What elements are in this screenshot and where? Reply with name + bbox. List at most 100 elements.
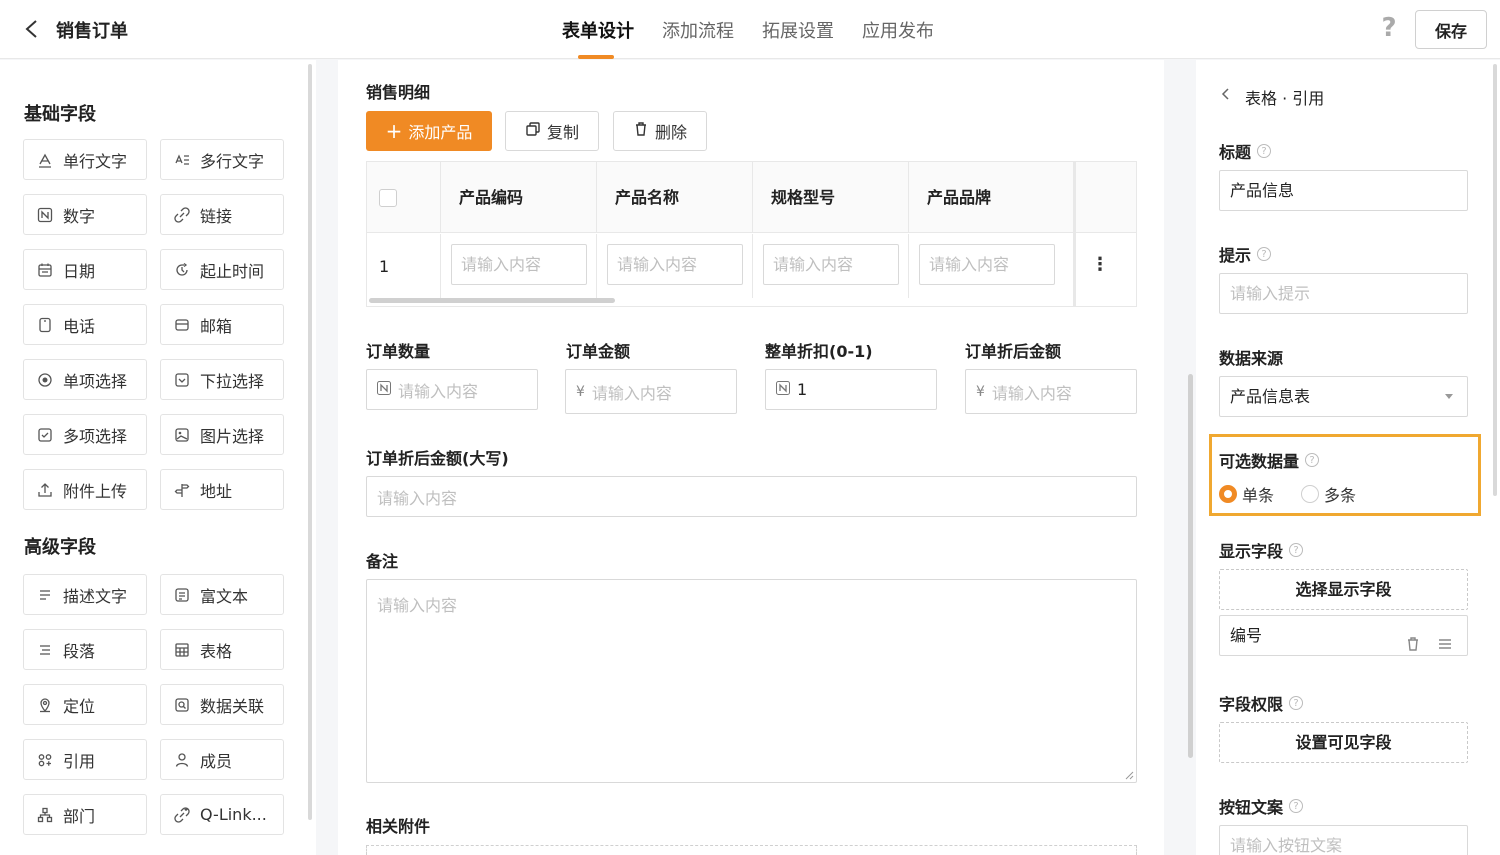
help-circle-icon[interactable]: ? (1289, 696, 1304, 710)
add-product-button[interactable]: + 添加产品 (366, 111, 492, 151)
palette-item-paragraph[interactable]: 段落 (23, 629, 147, 670)
palette-item-text-multi[interactable]: 多行文字 (160, 139, 284, 180)
palette-item-table[interactable]: 表格 (160, 629, 284, 670)
palette-item-label: 段落 (63, 641, 96, 661)
display-label-text: 显示字段 (1219, 542, 1284, 561)
palette-item-link[interactable]: 链接 (160, 194, 284, 235)
help-circle-icon[interactable]: ? (1305, 453, 1320, 467)
title-input[interactable]: 产品信息 (1219, 170, 1468, 211)
tab-app-publish[interactable]: 应用发布 (862, 17, 934, 43)
save-button[interactable]: 保存 (1415, 10, 1487, 49)
radio-multiple[interactable]: 多条 (1301, 482, 1356, 506)
palette-item-data-link[interactable]: 数据关联 (160, 684, 284, 725)
palette-item-label: 成员 (200, 751, 233, 771)
display-field-item: 编号 (1219, 615, 1468, 656)
department-icon (37, 807, 53, 823)
caret-down-icon (1445, 394, 1453, 399)
palette-item-member[interactable]: 成员 (160, 739, 284, 780)
palette-item-location[interactable]: 定位 (23, 684, 147, 725)
palette-item-calendar[interactable]: 日期 (23, 249, 147, 290)
drag-handle-icon[interactable] (1437, 627, 1453, 666)
palette-item-rich-text[interactable]: 富文本 (160, 574, 284, 615)
phone-icon (37, 317, 53, 333)
select-all-checkbox[interactable] (379, 189, 397, 207)
palette-item-number[interactable]: 数字 (23, 194, 147, 235)
order-amount-input[interactable]: ¥ 请输入内容 (565, 369, 737, 414)
palette-item-label: 表格 (200, 641, 233, 661)
palette-item-image[interactable]: 图片选择 (160, 414, 284, 455)
button-text-input[interactable]: 请输入按钮文案 (1219, 825, 1468, 855)
permission-label-text: 字段权限 (1219, 695, 1284, 714)
trash-icon[interactable] (1405, 627, 1421, 666)
upload-icon (37, 482, 53, 498)
data-source-select[interactable]: 产品信息表 (1219, 376, 1468, 417)
hint-input[interactable]: 请输入提示 (1219, 273, 1468, 314)
tab-add-flow[interactable]: 添加流程 (662, 17, 734, 43)
resize-handle-icon[interactable] (1124, 770, 1134, 780)
palette-item-label: Q-Link... (200, 805, 267, 824)
tab-extension-settings[interactable]: 拓展设置 (762, 17, 834, 43)
delete-button[interactable]: 删除 (613, 111, 707, 151)
plus-icon: + (385, 119, 403, 143)
palette-item-checkbox[interactable]: 多项选择 (23, 414, 147, 455)
remark-placeholder: 请输入内容 (377, 596, 458, 615)
address-icon (174, 482, 190, 498)
order-qty-input[interactable]: 请输入内容 (366, 369, 538, 410)
palette-item-qlink[interactable]: Q-Link... (160, 794, 284, 835)
cell-input[interactable]: 请输入内容 (607, 244, 743, 285)
palette-item-time-range[interactable]: 起止时间 (160, 249, 284, 290)
palette-item-department[interactable]: 部门 (23, 794, 147, 835)
palette-item-mail[interactable]: 邮箱 (160, 304, 284, 345)
palette-item-label: 数字 (63, 206, 96, 226)
palette-item-label: 定位 (63, 696, 96, 716)
palette-item-label: 电话 (63, 316, 96, 336)
help-circle-icon[interactable]: ? (1257, 144, 1272, 158)
attachment-dropzone[interactable] (366, 845, 1137, 855)
discounted-amount-label: 订单折后金额 (965, 342, 1062, 361)
more-vertical-icon[interactable]: ⋮ (1091, 252, 1109, 278)
chevron-left-icon[interactable] (1220, 86, 1230, 105)
radio-single[interactable]: 单条 (1219, 482, 1274, 506)
title-label: 标题? (1219, 139, 1272, 163)
palette-item-label: 部门 (63, 806, 96, 826)
palette-scrollbar[interactable] (308, 64, 312, 820)
copy-button[interactable]: 复制 (505, 111, 599, 151)
column-header: 规格型号 (753, 162, 909, 233)
cell-input[interactable]: 请输入内容 (919, 244, 1055, 285)
set-visible-fields-button[interactable]: 设置可见字段 (1219, 722, 1468, 763)
quantity-label: 可选数据量? (1219, 448, 1320, 472)
properties-scrollbar[interactable] (1493, 64, 1497, 496)
palette-item-label: 链接 (200, 206, 233, 226)
description-icon (37, 587, 53, 603)
table-scrollbar[interactable] (369, 298, 615, 303)
palette-item-reference[interactable]: 引用 (23, 739, 147, 780)
palette-item-phone[interactable]: 电话 (23, 304, 147, 345)
remark-textarea[interactable]: 请输入内容 (366, 579, 1137, 783)
tab-form-design[interactable]: 表单设计 (562, 17, 634, 59)
column-header: 产品品牌 (909, 162, 1075, 233)
palette-item-radio[interactable]: 单项选择 (23, 359, 147, 400)
palette-item-label: 单行文字 (63, 151, 128, 171)
discounted-amount-input[interactable]: ¥ 请输入内容 (965, 369, 1137, 414)
select-display-fields-button[interactable]: 选择显示字段 (1219, 569, 1468, 610)
uppercase-amount-input[interactable]: 请输入内容 (366, 476, 1137, 517)
palette-item-address[interactable]: 地址 (160, 469, 284, 510)
canvas-scrollbar[interactable] (1188, 374, 1193, 758)
breadcrumb: 表格 · 引用 (1245, 89, 1325, 108)
help-circle-icon[interactable]: ? (1289, 543, 1304, 557)
cell-input[interactable]: 请输入内容 (451, 244, 587, 285)
help-icon[interactable]: ? (1378, 15, 1400, 41)
back-arrow-icon[interactable] (22, 18, 42, 40)
palette-item-text-line[interactable]: 单行文字 (23, 139, 147, 180)
cell-input[interactable]: 请输入内容 (763, 244, 899, 285)
radio-single-label: 单条 (1242, 486, 1275, 505)
palette-item-description[interactable]: 描述文字 (23, 574, 147, 615)
help-circle-icon[interactable]: ? (1289, 799, 1304, 813)
discount-value: 1 (797, 380, 808, 399)
help-circle-icon[interactable]: ? (1257, 247, 1272, 261)
palette-item-dropdown[interactable]: 下拉选择 (160, 359, 284, 400)
palette-item-upload[interactable]: 附件上传 (23, 469, 147, 510)
discount-input[interactable]: 1 (765, 369, 937, 410)
time-range-icon (174, 262, 190, 278)
copy-icon (525, 121, 541, 141)
